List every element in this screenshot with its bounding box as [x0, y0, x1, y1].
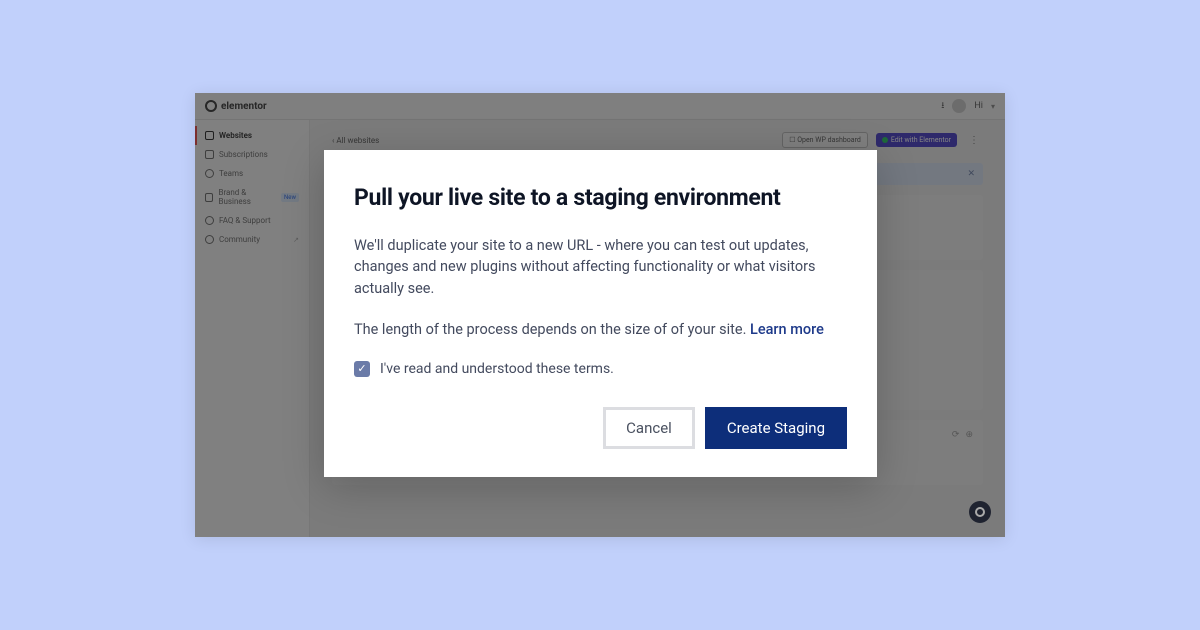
modal-p2-text: The length of the process depends on the… [354, 321, 750, 338]
terms-checkbox[interactable]: ✓ [354, 361, 370, 377]
modal-title: Pull your live site to a staging environ… [354, 184, 847, 211]
terms-label: I've read and understood these terms. [380, 361, 614, 377]
modal-body: We'll duplicate your site to a new URL -… [354, 235, 847, 341]
help-fab-button[interactable] [969, 501, 991, 523]
learn-more-link[interactable]: Learn more [750, 321, 824, 338]
terms-row[interactable]: ✓ I've read and understood these terms. [354, 361, 847, 377]
modal-paragraph-2: The length of the process depends on the… [354, 319, 847, 340]
create-staging-button[interactable]: Create Staging [705, 407, 847, 449]
help-icon [975, 507, 985, 517]
cancel-button[interactable]: Cancel [603, 407, 695, 449]
modal-actions: Cancel Create Staging [354, 407, 847, 449]
staging-modal: Pull your live site to a staging environ… [324, 150, 877, 477]
modal-paragraph-1: We'll duplicate your site to a new URL -… [354, 235, 847, 299]
